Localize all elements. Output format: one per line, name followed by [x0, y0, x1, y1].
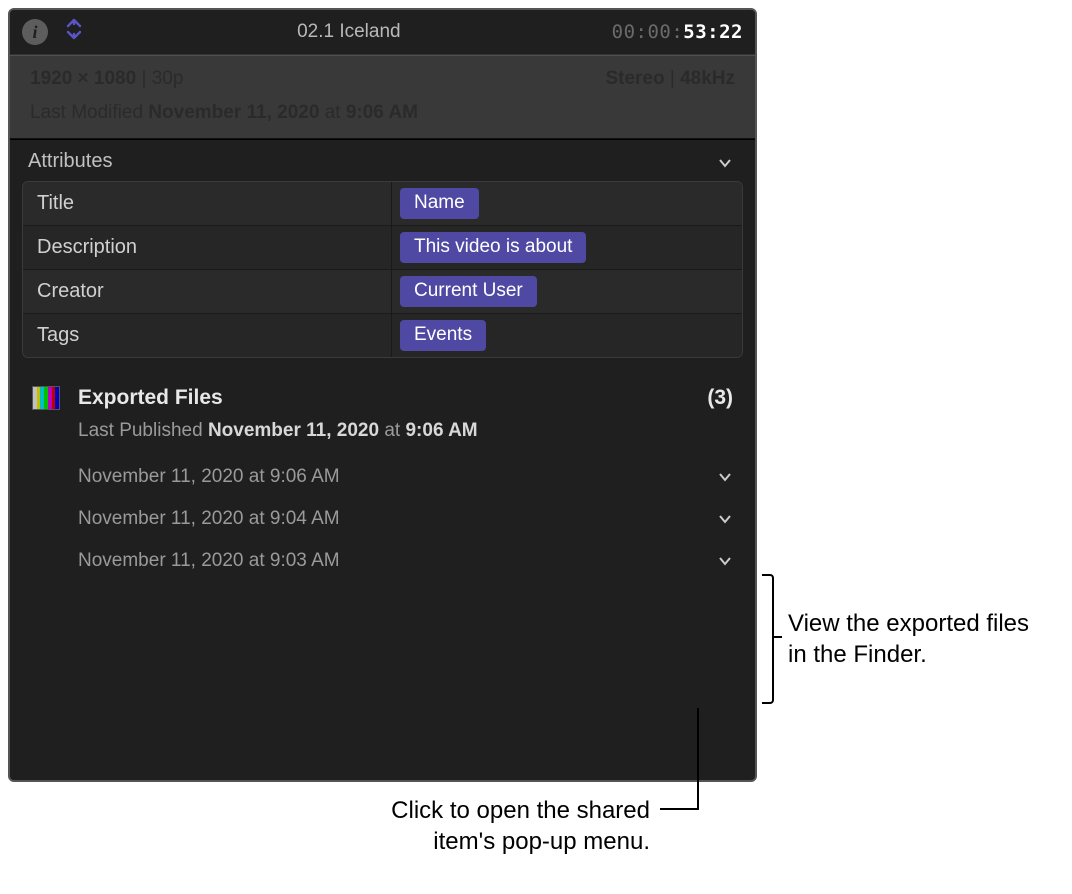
attr-label: Description	[23, 226, 392, 269]
exported-file-date: November 11, 2020 at 9:03 AM	[78, 550, 340, 572]
timecode-bright: 53:22	[683, 21, 743, 43]
video-format: 1920 × 1080 | 30p	[30, 68, 183, 90]
last-published-date: November 11, 2020	[208, 420, 379, 441]
exported-file-item[interactable]: November 11, 2020 at 9:04 AM	[32, 498, 733, 540]
audio-mode-text: Stereo	[605, 68, 664, 89]
exported-files-section: Exported Files (3) Last Published Novemb…	[10, 374, 755, 582]
chevron-down-icon[interactable]	[717, 511, 733, 527]
info-icon[interactable]: i	[22, 19, 48, 45]
attr-row-creator: Creator Current User	[23, 270, 742, 314]
callout-finder: View the exported files in the Finder.	[788, 608, 1053, 670]
attr-value-cell[interactable]: Events	[392, 314, 742, 357]
exported-file-item[interactable]: November 11, 2020 at 9:03 AM	[32, 540, 733, 582]
share-icon[interactable]	[62, 17, 86, 47]
exported-file-date: November 11, 2020 at 9:06 AM	[78, 466, 340, 488]
attr-value-cell[interactable]: This video is about	[392, 226, 742, 269]
exported-files-header: Exported Files (3)	[32, 386, 733, 410]
exported-files-heading: Exported Files	[78, 386, 223, 410]
media-info-block: 1920 × 1080 | 30p Stereo | 48kHz Last Mo…	[10, 55, 755, 139]
attr-row-title: Title Name	[23, 182, 742, 226]
inspector-panel: i 02.1 Iceland 00:00:53:22 1920 × 1080 |…	[8, 8, 757, 782]
last-published-row: Last Published November 11, 2020 at 9:06…	[32, 420, 733, 442]
attributes-label: Attributes	[28, 150, 112, 173]
last-published-time: 9:06 AM	[405, 420, 477, 441]
attr-value-cell[interactable]: Current User	[392, 270, 742, 313]
timecode: 00:00:53:22	[612, 21, 743, 43]
attr-row-tags: Tags Events	[23, 314, 742, 357]
exported-files-count: (3)	[707, 386, 733, 410]
last-published-label: Last Published	[78, 420, 203, 441]
attr-label: Tags	[23, 314, 392, 357]
inspector-topbar: i 02.1 Iceland 00:00:53:22	[10, 10, 755, 55]
clip-title: 02.1 Iceland	[86, 21, 612, 43]
attr-label: Creator	[23, 270, 392, 313]
last-modified-label: Last Modified	[30, 102, 143, 123]
exported-file-date: November 11, 2020 at 9:04 AM	[78, 508, 340, 530]
callout-bracket-stem	[772, 636, 782, 638]
chevron-down-icon	[717, 154, 733, 170]
callout-pointer-horizontal	[660, 808, 699, 810]
attr-row-description: Description This video is about	[23, 226, 742, 270]
audio-format: Stereo | 48kHz	[605, 68, 735, 90]
sample-rate-text: 48kHz	[680, 68, 735, 89]
last-modified-date: November 11, 2020	[148, 102, 319, 123]
callout-popup: Click to open the shared item's pop-up m…	[340, 795, 650, 857]
callout-pointer-vertical	[697, 708, 699, 808]
last-modified-time: 9:06 AM	[346, 102, 418, 123]
fps-text: 30p	[152, 68, 184, 89]
chevron-down-icon[interactable]	[717, 553, 733, 569]
attr-value-pill[interactable]: Events	[400, 320, 486, 351]
attributes-header[interactable]: Attributes	[10, 139, 755, 181]
exported-file-item[interactable]: November 11, 2020 at 9:06 AM	[32, 456, 733, 498]
format-row: 1920 × 1080 | 30p Stereo | 48kHz	[10, 56, 755, 98]
last-modified-row: Last Modified November 11, 2020 at 9:06 …	[10, 98, 755, 138]
colorbars-icon	[32, 386, 60, 410]
chevron-down-icon[interactable]	[717, 469, 733, 485]
attr-value-cell[interactable]: Name	[392, 182, 742, 225]
callout-bracket	[762, 574, 774, 704]
attr-value-pill[interactable]: Current User	[400, 276, 537, 307]
resolution-text: 1920 × 1080	[30, 68, 136, 89]
timecode-dim: 00:00:	[612, 21, 684, 43]
attr-label: Title	[23, 182, 392, 225]
attr-value-pill[interactable]: Name	[400, 188, 479, 219]
attr-value-pill[interactable]: This video is about	[400, 232, 586, 263]
attributes-table: Title Name Description This video is abo…	[22, 181, 743, 358]
